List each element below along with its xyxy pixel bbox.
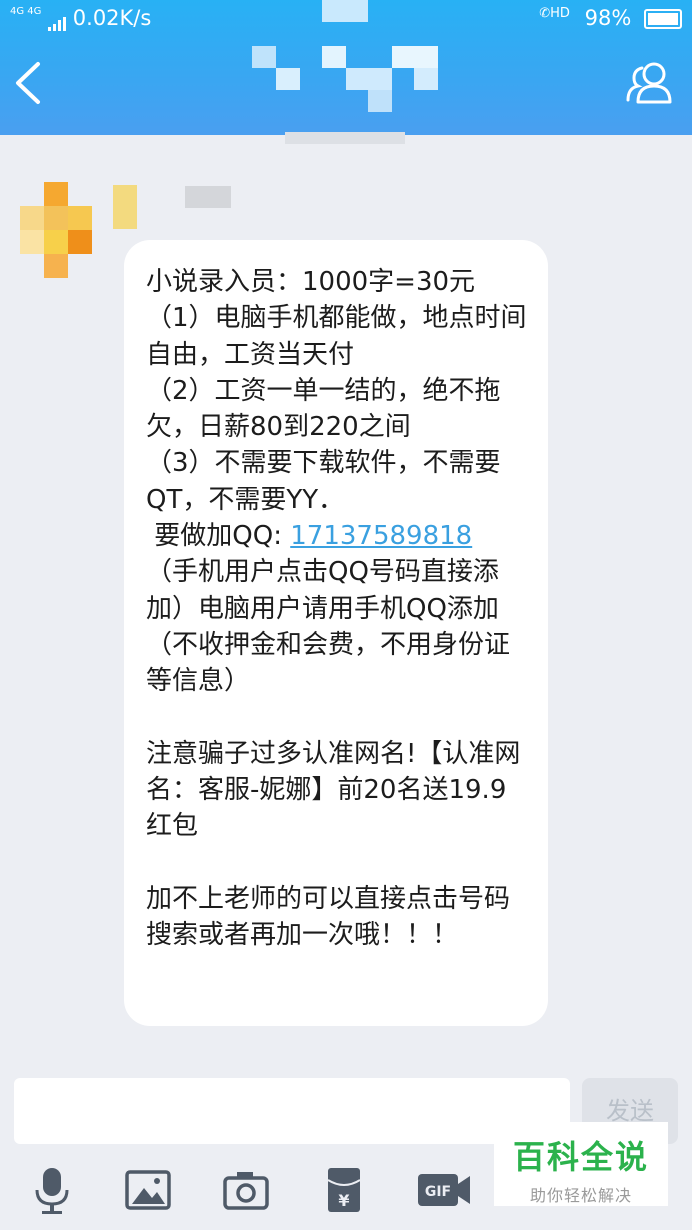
svg-text:GIF: GIF (425, 1184, 451, 1200)
network-speed: 0.02K/s (72, 6, 152, 30)
battery-icon (644, 9, 682, 29)
avatar[interactable] (20, 182, 100, 280)
chat-header: 4G 4G 0.02K/s ✆HD 98% (0, 0, 692, 135)
qq-number-link[interactable]: 17137589818 (290, 521, 472, 551)
message-bubble[interactable]: 小说录入员：1000字=30元 （1）电脑手机都能做，地点时间自由，工资当天付 … (124, 240, 548, 1026)
contacts-icon (626, 62, 672, 104)
camera-icon[interactable] (222, 1166, 272, 1216)
image-icon[interactable] (124, 1166, 174, 1216)
watermark-title: 百科全说 (512, 1138, 649, 1176)
signal-icon (48, 12, 67, 31)
network-indicator: 4G 4G (10, 6, 42, 17)
microphone-icon[interactable] (28, 1166, 78, 1216)
message-text: 小说录入员：1000字=30元 （1）电脑手机都能做，地点时间自由，工资当天付 … (146, 267, 527, 552)
message-input[interactable] (14, 1078, 570, 1144)
battery-percent: 98% (584, 6, 632, 30)
message-text-continued: （手机用户点击QQ号码直接添加）电脑用户请用手机QQ添加 （不收押金和会费，不用… (146, 557, 521, 951)
contact-profile-button[interactable] (624, 58, 676, 106)
sender-title-pixelated (185, 186, 231, 208)
watermark-subtitle: 助你轻松解决 (529, 1186, 632, 1205)
sender-name-pixelated (113, 185, 137, 229)
gif-icon[interactable]: GIF (416, 1166, 472, 1216)
back-button[interactable] (10, 60, 50, 106)
phone-hd-icon: ✆HD (539, 6, 570, 21)
watermark: 百科全说 助你轻松解决 (494, 1122, 668, 1206)
svg-text:¥: ¥ (338, 1191, 349, 1210)
red-packet-icon[interactable]: ¥ (320, 1166, 370, 1216)
chevron-left-icon (16, 62, 40, 104)
timestamp-pixelated (285, 132, 405, 144)
